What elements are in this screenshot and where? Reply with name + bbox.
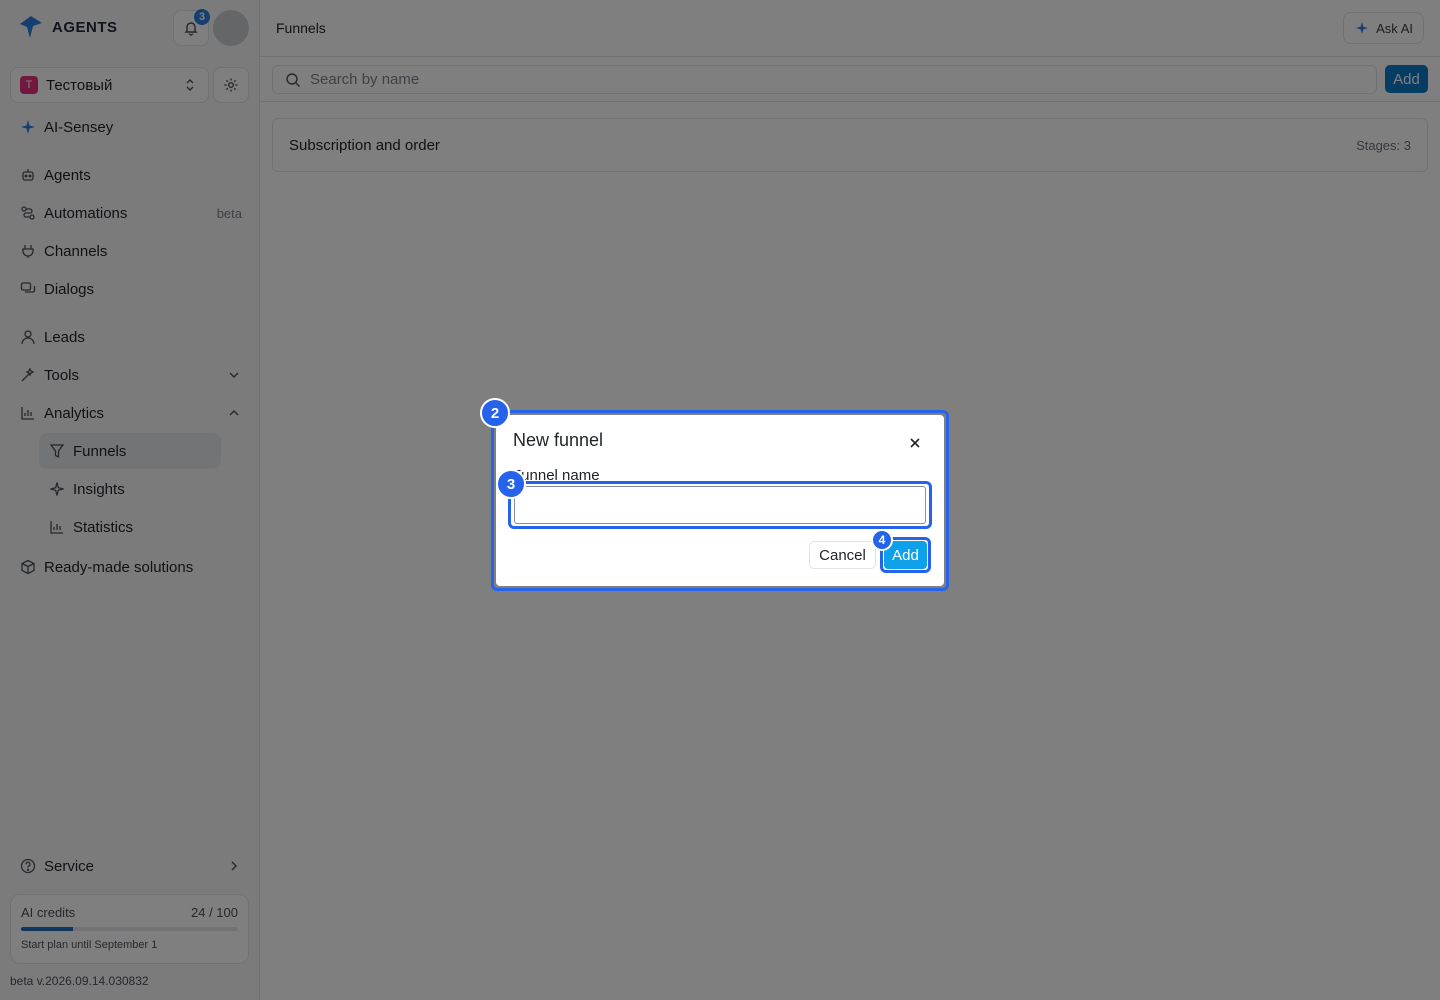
annotation-marker: 2 <box>480 398 510 428</box>
dialog-title: New funnel <box>513 430 604 450</box>
cancel-button[interactable]: Cancel <box>809 541 876 569</box>
funnel-name-input[interactable] <box>514 486 926 524</box>
annotation-marker: 4 <box>871 529 893 551</box>
annotation-marker: 3 <box>496 469 526 499</box>
close-icon <box>907 435 923 451</box>
close-button[interactable] <box>906 434 924 452</box>
